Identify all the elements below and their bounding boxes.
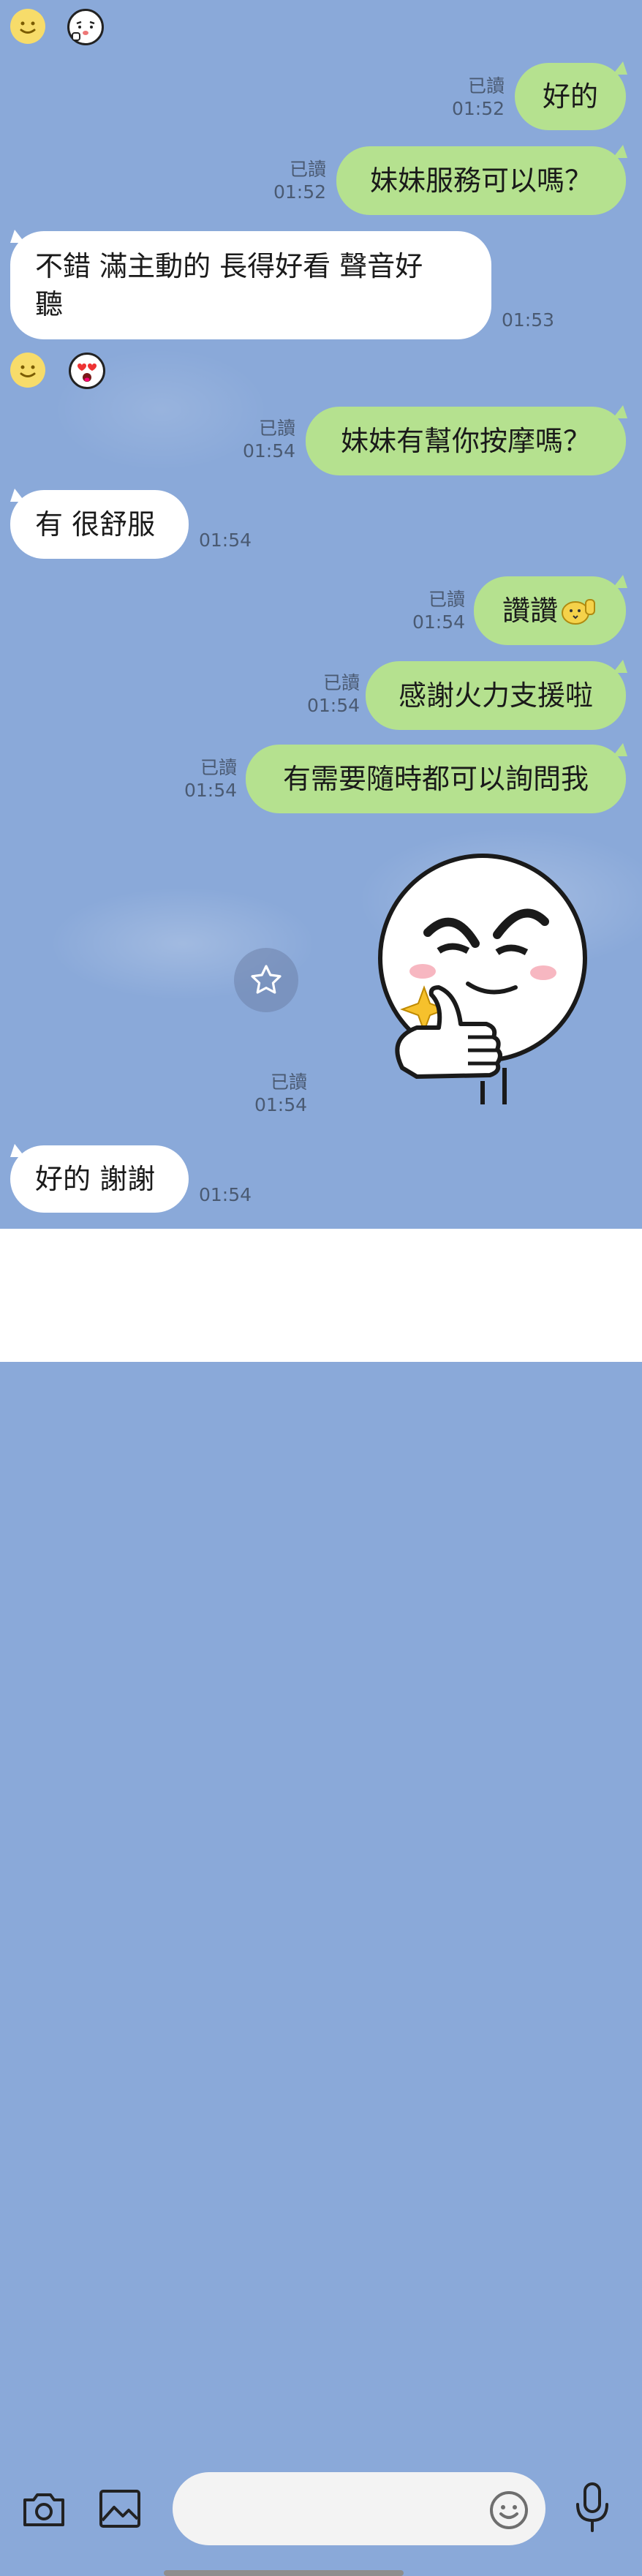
read-receipt: 已讀 xyxy=(289,159,326,180)
message-meta: 已讀 01:52 xyxy=(268,158,326,203)
bubble-tail xyxy=(613,145,627,158)
smile-emoji-icon xyxy=(10,353,45,388)
outgoing-message-bubble[interactable]: 感謝火力支援啦 xyxy=(366,661,626,730)
message-meta: 已讀 01:54 xyxy=(301,671,360,717)
read-receipt: 已讀 xyxy=(467,75,505,97)
message-text: 有需要隨時都可以詢問我 xyxy=(282,763,589,795)
bubble-tail xyxy=(613,743,627,756)
message-meta: 已讀 01:54 xyxy=(249,1071,307,1116)
camera-button[interactable] xyxy=(20,2485,67,2532)
message-text: 好的 xyxy=(542,80,598,113)
bubble-tail xyxy=(613,405,627,418)
smile-emoji-icon xyxy=(10,9,45,44)
home-indicator[interactable] xyxy=(164,2570,404,2576)
timestamp: 01:52 xyxy=(273,181,326,203)
message-composer-bar xyxy=(0,1229,642,2576)
thumbs-up-sticker-icon xyxy=(67,9,104,45)
chat-area[interactable]: 已讀 01:52 好的 已讀 01:52 妹妹服務可以嗎？ 不錯 滿主動的 長得… xyxy=(0,0,642,1229)
timestamp: 01:54 xyxy=(412,611,465,633)
message-text: 好的 謝謝 xyxy=(35,1163,156,1195)
image-button[interactable] xyxy=(97,2485,143,2532)
timestamp: 01:53 xyxy=(502,309,555,331)
message-text: 妹妹有幫你按摩嗎？ xyxy=(340,425,591,457)
incoming-message-bubble[interactable]: 有 很舒服 xyxy=(10,490,189,559)
bubble-tail xyxy=(613,660,627,673)
timestamp: 01:54 xyxy=(254,1094,307,1115)
timestamp: 01:54 xyxy=(199,530,252,551)
read-receipt: 已讀 xyxy=(270,1072,307,1093)
camera-icon xyxy=(23,2493,64,2526)
star-icon xyxy=(251,965,282,994)
outgoing-message-bubble[interactable]: 讚讚 xyxy=(474,576,626,645)
thumbs-up-chick-emoji-icon xyxy=(559,594,597,628)
timestamp: 01:54 xyxy=(199,1184,252,1205)
message-text: 有 很舒服 xyxy=(35,508,156,541)
timestamp: 01:54 xyxy=(242,440,295,462)
message-meta: 已讀 01:54 xyxy=(407,588,465,633)
outgoing-message-bubble[interactable]: 妹妹有幫你按摩嗎？ xyxy=(306,407,626,475)
timestamp: 01:54 xyxy=(184,780,237,801)
outgoing-message-bubble[interactable]: 好的 xyxy=(515,63,626,130)
outgoing-message-bubble[interactable]: 有需要隨時都可以詢問我 xyxy=(246,745,626,813)
incoming-message-bubble[interactable]: 好的 謝謝 xyxy=(10,1145,189,1213)
message-text: 讚讚 xyxy=(502,595,558,627)
emoji-icon xyxy=(490,2491,528,2529)
message-text-line-2: 聽 xyxy=(35,288,64,320)
message-meta: 已讀 01:52 xyxy=(446,75,505,120)
message-text: 感謝火力支援啦 xyxy=(398,679,593,712)
read-receipt: 已讀 xyxy=(258,418,295,439)
thumbs-up-face-sticker[interactable] xyxy=(358,848,600,1112)
favorite-sticker-button[interactable] xyxy=(234,948,298,1012)
read-receipt: 已讀 xyxy=(322,672,360,693)
microphone-icon xyxy=(576,2482,608,2532)
message-meta: 已讀 01:54 xyxy=(237,417,295,462)
incoming-message-bubble[interactable]: 不錯 滿主動的 長得好看 聲音好 聽 xyxy=(10,231,491,339)
bubble-tail xyxy=(613,61,627,75)
message-meta: 已讀 01:54 xyxy=(178,756,237,802)
message-text-line-1: 不錯 滿主動的 長得好看 聲音好 xyxy=(35,250,423,282)
heart-eyes-sticker-icon xyxy=(69,353,105,389)
timestamp: 01:52 xyxy=(451,98,505,119)
timestamp: 01:54 xyxy=(306,695,360,716)
read-receipt: 已讀 xyxy=(428,589,465,610)
voice-button[interactable] xyxy=(570,2481,614,2537)
outgoing-message-bubble[interactable]: 妹妹服務可以嗎？ xyxy=(336,146,626,215)
bubble-tail xyxy=(613,575,627,588)
emoji-button[interactable] xyxy=(488,2490,529,2531)
read-receipt: 已讀 xyxy=(200,757,237,778)
message-text: 妹妹服務可以嗎？ xyxy=(369,165,592,197)
image-icon xyxy=(99,2490,140,2528)
message-input[interactable] xyxy=(173,2472,545,2545)
